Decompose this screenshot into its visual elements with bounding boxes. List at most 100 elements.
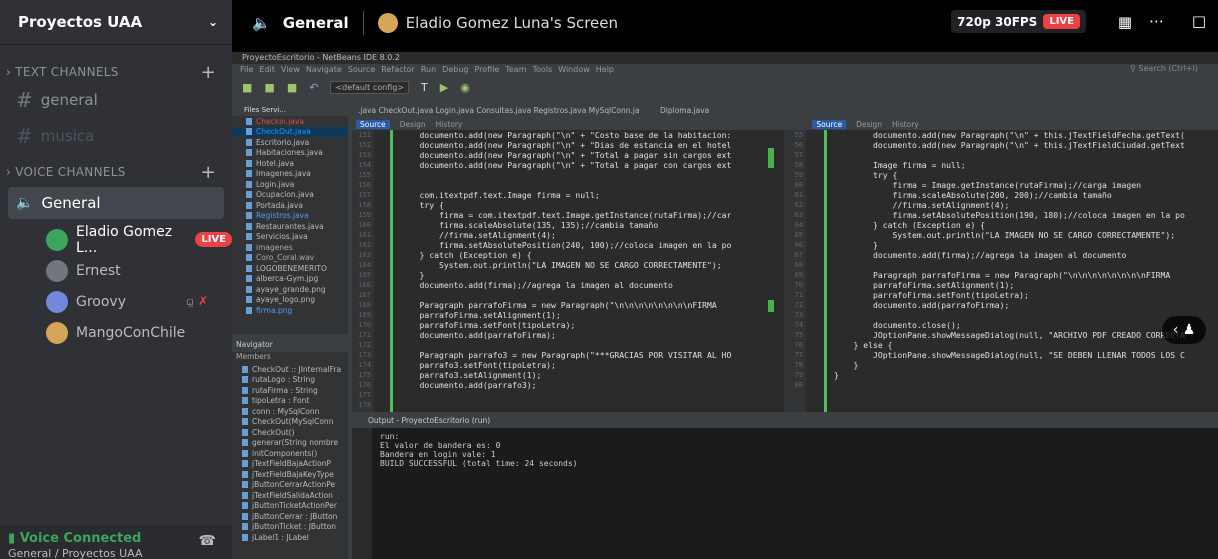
user-name: Groovy [76,293,126,310]
file-icon [246,243,252,251]
voice-channel-general[interactable]: 🔈 General [8,187,224,219]
file-item: Registros.java [232,211,348,222]
menu-item: Profile [474,65,500,74]
file-icon [246,191,252,199]
member-icon [242,407,248,415]
scroll-marker [768,148,774,168]
line-number: 176 [358,381,371,389]
add-channel-icon[interactable]: + [201,162,216,183]
stream-header: 🔈 General Eladio Gomez Luna's Screen 720… [232,0,1218,45]
member-icon [242,376,248,384]
line-number: 151 [358,131,371,139]
file-label: Registros.java [256,211,309,221]
voice-user[interactable]: Groovy ⚼ ✗ [0,286,232,317]
text-channels-category[interactable]: › TEXT CHANNELS + [0,61,232,83]
code-line: JOptionPane.showMessageDialog(null, "ARC… [834,330,1185,340]
file-icon [246,233,252,241]
channel-musica[interactable]: # musica [8,120,224,152]
line-number: 70 [794,281,803,289]
line-number: 57 [794,151,803,159]
line-numbers: 55 56 57 58 59 60 61 62 63 64 65 66 67 68 69 70 71 72 73 74… [784,130,806,412]
code-line: System.out.println("LA IMAGEN NO SE CARG… [400,260,722,270]
file-icon [246,159,252,167]
channel-general[interactable]: # general [8,84,224,116]
line-number: 173 [358,351,371,359]
file-item: CheckOut.java [232,126,348,137]
menu-item: View [280,65,300,74]
disconnect-icon[interactable]: ☎ [199,533,216,549]
grid-icon[interactable]: ▦ [1118,13,1132,31]
file-label: Coro_Coral.wav [256,253,315,263]
file-item: Portada.java [232,200,348,211]
line-number: 79 [794,371,803,379]
voice-user[interactable]: Eladio Gomez L... LIVE [0,224,232,256]
line-number: 73 [794,311,803,319]
member-label: rutaFirma : String [252,385,318,395]
ide-title: ProyectoEscritorio - NetBeans IDE 8.0.2 [232,52,1218,64]
line-number: 157 [358,191,371,199]
file-label: Login.java [256,179,295,189]
scroll-marker [768,300,774,312]
output-text: run: El valor de bandera es: 0 Bandera e… [380,432,578,468]
line-number: 174 [358,361,371,369]
channel-title: General [282,13,349,32]
navigator-item: CheckOut() [232,427,348,438]
menu-item: Debug [442,65,469,74]
line-number: 77 [794,351,803,359]
member-label: conn : MySqlConn [252,406,320,416]
member-icon [242,512,248,520]
member-label: generar(String nombre [252,438,339,448]
file-icon [246,180,252,188]
member-list-toggle[interactable]: ‹ ♟ [1162,316,1206,344]
output-toolbar [352,428,372,559]
add-channel-icon[interactable]: + [201,62,216,83]
undo-icon: ↶ [309,80,319,94]
voice-channels-category[interactable]: › VOICE CHANNELS + [0,161,232,183]
member-label: jLabel1 : JLabel [252,532,309,542]
popout-icon[interactable]: □ [1192,12,1206,30]
code-line: documento.add(parrafoFirma); [400,330,556,340]
menu-item: Navigate [305,65,342,74]
code-line: documento.add(new Paragraph("\n" + "Dias… [400,140,732,150]
channel-sidebar: Proyectos UAA ⌄ › TEXT CHANNELS + # gene… [0,0,232,559]
code-line: Paragraph parrafo3 = new Paragraph("***G… [400,350,732,360]
code-line: documento.add(parrafoFirma); [834,300,1010,310]
file-item: Restaurantes.java [232,221,348,232]
user-status-icons: ⚼ ✗ [186,294,208,309]
line-number: 167 [358,291,371,299]
code-line: parrafoFirma.setAlignment(1); [834,280,1015,290]
speaker-icon: 🔈 [16,195,34,211]
voice-location[interactable]: General / Proyectos UAA [8,547,224,559]
server-header[interactable]: Proyectos UAA ⌄ [0,0,232,45]
channel-label: General [41,194,101,212]
source-tab: Source [812,119,847,129]
more-icon[interactable]: ⋯ [1149,12,1164,30]
file-label: firma.png [256,305,293,315]
voice-user[interactable]: Ernest [0,255,232,286]
navigator-item: jTextFieldSalidaAction [232,490,348,501]
code-line: parrafo3.setFont(tipoLetra); [400,360,556,370]
file-item: ayaye_logo.png [232,295,348,306]
line-number: 62 [794,201,803,209]
live-badge: LIVE [195,232,232,247]
voice-user[interactable]: MangoConChile [0,317,232,348]
file-icon [246,296,252,304]
member-icon [242,470,248,478]
file-icon [246,285,252,293]
line-number: 63 [794,211,803,219]
line-number: 76 [794,341,803,349]
code-line: Paragraph parrafoFirma = new Paragraph("… [400,300,717,310]
navigator-item: generar(String nombre [232,438,348,449]
file-label: Habitaciones.java [256,148,323,158]
chevron-icon: › [6,65,16,79]
ide-menu: File Edit View Navigate Source Refactor Run Deb… [232,64,1218,76]
line-number: 164 [358,261,371,269]
code-line: firma = com.itextpdf.text.Image.getInsta… [400,210,732,220]
save-icon: ■ [286,80,298,94]
member-label: jButtonCerrar : JButton [252,511,338,521]
member-label: CheckOut(MySqlConn [252,417,334,427]
file-item: Login.java [232,179,348,190]
